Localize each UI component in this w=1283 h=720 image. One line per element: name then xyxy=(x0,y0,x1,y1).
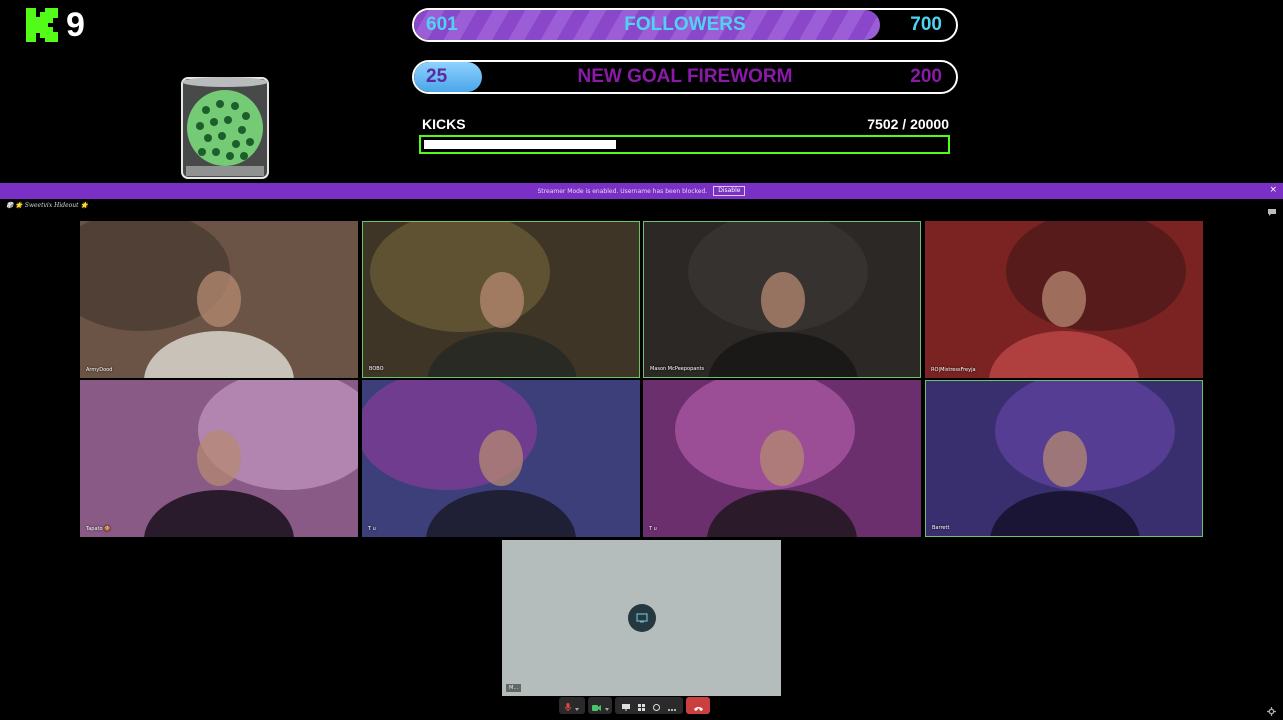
followers-target: 700 xyxy=(910,14,942,35)
screenshare-label: M... xyxy=(506,684,522,692)
participant-tile[interactable]: BOBO xyxy=(362,221,640,378)
participant-tile[interactable]: Barrett xyxy=(925,380,1203,537)
participant-tile[interactable]: Mason McPeepopants xyxy=(643,221,921,378)
participant-tile[interactable]: ArmyDood xyxy=(80,221,358,378)
jar-icon xyxy=(180,76,270,180)
banner-message: Streamer Mode is enabled. Username has b… xyxy=(537,187,708,195)
participant-name: Barrett xyxy=(932,525,950,531)
followers-goal-bar: 601 FOLLOWERS 700 xyxy=(412,8,958,42)
participant-tile[interactable]: Tapato 🍪 xyxy=(80,380,358,537)
chevron-down-icon xyxy=(604,696,609,715)
leave-call-button[interactable] xyxy=(686,697,710,714)
fireworm-goal-bar: 25 NEW GOAL FIREWORM 200 xyxy=(412,60,958,94)
kicks-label: KICKS xyxy=(422,116,466,132)
participant-tile[interactable]: T u xyxy=(643,380,921,537)
grid-icon[interactable] xyxy=(638,696,645,715)
leave-icon xyxy=(693,696,703,715)
screenshare-icon xyxy=(628,604,656,632)
followers-label: FOLLOWERS xyxy=(624,14,746,35)
camera-button[interactable] xyxy=(588,697,612,714)
more-icon[interactable] xyxy=(668,696,676,715)
participant-name: RO|MistressFreyja xyxy=(931,367,976,373)
disable-button[interactable]: Disable xyxy=(713,186,746,196)
close-icon[interactable]: × xyxy=(1269,186,1277,195)
logo-number: 9 xyxy=(66,6,85,44)
kicks-progress-bar xyxy=(419,135,950,154)
participant-name: Tapato 🍪 xyxy=(86,526,111,532)
call-toolbar xyxy=(559,697,710,714)
camera-icon xyxy=(591,696,601,715)
chevron-down-icon xyxy=(575,696,579,715)
participant-tile[interactable]: T u xyxy=(362,380,640,537)
mic-icon xyxy=(565,696,571,715)
participant-name: BOBO xyxy=(369,366,384,372)
room-title: 🎲 🌟 Sweetvix Hideout 🌟 xyxy=(6,202,88,209)
streamer-mode-banner: Streamer Mode is enabled. Username has b… xyxy=(0,183,1283,199)
kicks-count: 7502 / 20000 xyxy=(867,116,949,132)
settings-icon[interactable] xyxy=(1267,701,1276,716)
participant-name: Mason McPeepopants xyxy=(650,366,705,372)
kick-logo-icon xyxy=(26,8,58,42)
participant-tile[interactable]: RO|MistressFreyja xyxy=(925,221,1203,378)
mic-button[interactable] xyxy=(559,697,585,714)
kicks-progress-fill xyxy=(424,140,616,149)
participant-name: ArmyDood xyxy=(86,367,113,373)
fireworm-label: NEW GOAL FIREWORM xyxy=(577,66,793,87)
fireworm-target: 200 xyxy=(910,66,942,87)
channel-logo: 9 xyxy=(26,8,85,42)
screenshare-tile[interactable]: M... xyxy=(502,540,781,696)
participant-name: T u xyxy=(649,526,657,532)
chat-icon[interactable] xyxy=(1267,202,1277,216)
action-group xyxy=(615,697,683,714)
share-screen-icon[interactable] xyxy=(622,696,630,715)
whiteboard-icon[interactable] xyxy=(653,696,660,715)
participant-name: T u xyxy=(368,526,376,532)
